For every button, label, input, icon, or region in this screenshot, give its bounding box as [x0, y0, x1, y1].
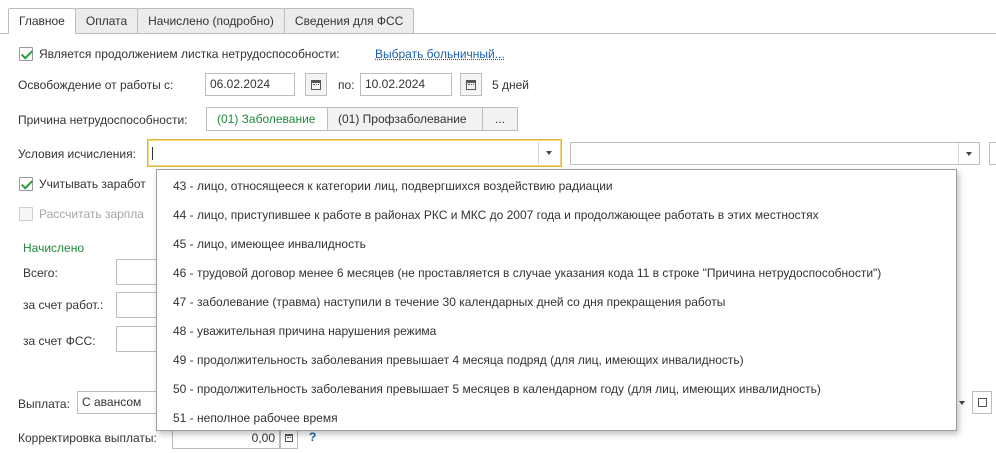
- accrued-total-label: Всего:: [23, 266, 58, 280]
- list-item[interactable]: 50 - продолжительность заболевания превы…: [157, 375, 956, 404]
- release-from-input[interactable]: 06.02.2024: [205, 73, 295, 96]
- release-to-calendar-button[interactable]: [460, 73, 482, 96]
- reason-more-button[interactable]: ...: [482, 107, 518, 131]
- list-item[interactable]: 43 - лицо, относящееся к категории лиц, …: [157, 172, 956, 201]
- tabs-divider: [0, 33, 996, 34]
- calc-salary-checkbox[interactable]: [19, 207, 33, 221]
- calendar-icon: [311, 79, 321, 90]
- conditions-second-dropdown-button[interactable]: [958, 143, 978, 164]
- continuation-label: Является продолжением листка нетрудоспос…: [39, 47, 340, 61]
- tab-fss-info[interactable]: Сведения для ФСС: [283, 8, 415, 33]
- tab-bar: Главное Оплата Начислено (подробно) Свед…: [8, 8, 415, 34]
- payment-open-button[interactable]: [972, 391, 992, 414]
- chevron-down-icon: [959, 400, 965, 405]
- conditions-dropdown-list: 43 - лицо, относящееся к категории лиц, …: [156, 169, 957, 431]
- chevron-down-icon: [965, 151, 972, 156]
- text-cursor: [152, 147, 153, 161]
- conditions-label: Условия исчисления:: [18, 147, 136, 161]
- open-icon: [974, 398, 987, 412]
- list-item[interactable]: 45 - лицо, имеющее инвалидность: [157, 230, 956, 259]
- conditions-dropdown-button[interactable]: [538, 142, 558, 164]
- accrued-fss-label: за счет ФСС:: [23, 334, 96, 348]
- account-salary-label: Учитывать заработ: [39, 177, 146, 191]
- release-label: Освобождение от работы с:: [18, 78, 174, 92]
- list-item[interactable]: 48 - уважительная причина нарушения режи…: [157, 317, 956, 346]
- release-from-calendar-button[interactable]: [305, 73, 327, 96]
- list-item[interactable]: 47 - заболевание (травма) наступили в те…: [157, 288, 956, 317]
- calculator-icon: [285, 434, 293, 442]
- calc-salary-label: Рассчитать зарпла: [39, 207, 144, 221]
- correction-label: Корректировка выплаты:: [18, 431, 157, 445]
- list-item[interactable]: 51 - неполное рабочее время: [157, 404, 956, 433]
- list-item[interactable]: 44 - лицо, приступившее к работе в район…: [157, 201, 956, 230]
- select-sick-leave-link[interactable]: Выбрать больничный...: [375, 46, 505, 62]
- reason-option-illness[interactable]: (01) Заболевание: [206, 107, 328, 131]
- tab-payment[interactable]: Оплата: [74, 8, 139, 33]
- list-item[interactable]: 46 - трудовой договор менее 6 месяцев (н…: [157, 259, 956, 288]
- continuation-checkbox[interactable]: [19, 47, 33, 61]
- release-days: 5 дней: [492, 78, 530, 92]
- payment-label: Выплата:: [18, 397, 70, 411]
- chevron-down-icon: [545, 151, 552, 155]
- release-to-label: по:: [338, 78, 355, 92]
- list-item[interactable]: 49 - продолжительность заболевания превы…: [157, 346, 956, 375]
- conditions-input[interactable]: [147, 139, 562, 167]
- conditions-second-input[interactable]: [570, 142, 980, 165]
- tab-accrued-detailed[interactable]: Начислено (подробно): [137, 8, 285, 33]
- reason-option-occupational[interactable]: (01) Профзаболевание: [327, 107, 483, 131]
- accrued-title: Начислено: [23, 241, 85, 255]
- release-to-input[interactable]: 10.02.2024: [360, 73, 452, 96]
- account-salary-checkbox[interactable]: [19, 177, 33, 191]
- conditions-extra-button[interactable]: [989, 142, 996, 165]
- calendar-icon: [466, 79, 476, 90]
- reason-label: Причина нетрудоспособности:: [18, 113, 188, 127]
- tab-main[interactable]: Главное: [8, 8, 76, 34]
- accrued-employer-label: за счет работ.:: [23, 298, 104, 312]
